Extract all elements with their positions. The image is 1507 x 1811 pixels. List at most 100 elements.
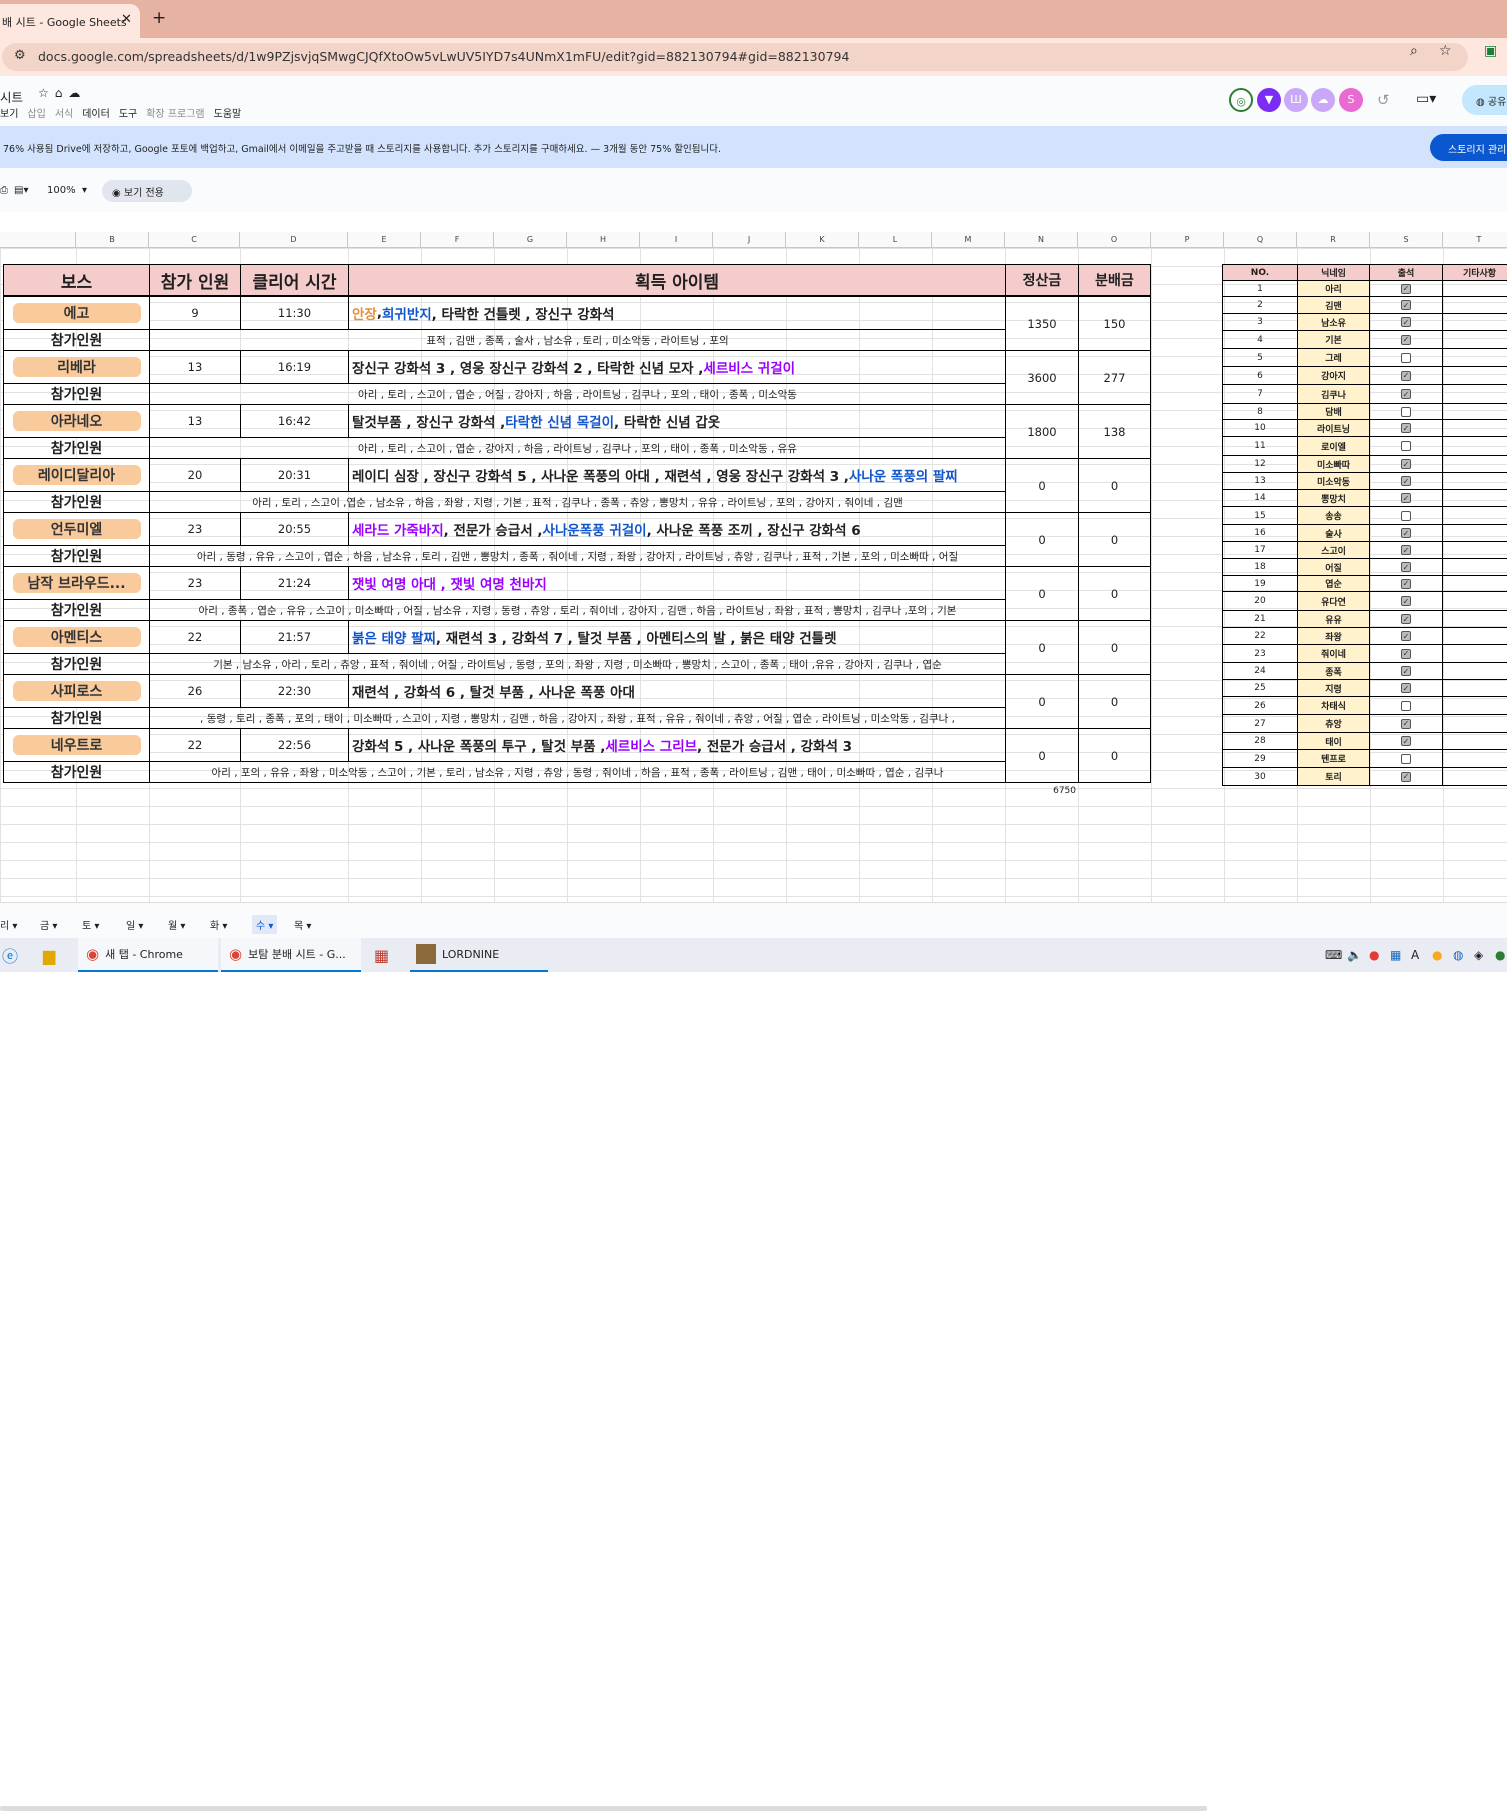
taskbar-chrome-sheets[interactable]: ◉ 보탐 분배 시트 - G... bbox=[221, 938, 361, 972]
acquired-items[interactable]: 재련석 , 강화석 6 , 탈것 부품 , 사나운 폭풍 아대 bbox=[348, 674, 1006, 708]
attendance-checkbox[interactable] bbox=[1401, 700, 1411, 711]
column-header-H[interactable]: H bbox=[567, 232, 640, 248]
member-label-cell[interactable]: 참가인원 bbox=[3, 383, 150, 405]
chevron-down-icon[interactable]: ▾ bbox=[49, 921, 57, 932]
sheet-tab-1[interactable]: 금 ▾ bbox=[40, 917, 57, 932]
settlement-amount[interactable]: 3600 bbox=[1005, 350, 1079, 405]
roster-notes[interactable] bbox=[1442, 472, 1507, 490]
roster-notes[interactable] bbox=[1442, 558, 1507, 576]
roster-notes[interactable] bbox=[1442, 679, 1507, 697]
clear-time[interactable]: 21:24 bbox=[240, 566, 349, 600]
distribution-amount[interactable]: 0 bbox=[1078, 458, 1151, 513]
acquired-items[interactable]: 잿빛 여명 아대 , 잿빛 여명 천바지 bbox=[348, 566, 1006, 600]
roster-header-att[interactable]: 출석 bbox=[1369, 264, 1443, 281]
boss-name-cell[interactable]: 에고 bbox=[3, 296, 150, 330]
zoom-icon[interactable]: ⌕ bbox=[1410, 43, 1418, 59]
column-header-D[interactable]: D bbox=[240, 232, 348, 248]
roster-notes[interactable] bbox=[1442, 506, 1507, 525]
clear-time[interactable]: 11:30 bbox=[240, 296, 349, 330]
attendance-checkbox[interactable]: ✓ bbox=[1401, 666, 1411, 676]
menu-data[interactable]: 데이터 bbox=[82, 105, 110, 120]
clear-time[interactable]: 20:55 bbox=[240, 512, 349, 546]
column-header-E[interactable]: E bbox=[348, 232, 421, 248]
sheet-tab-7[interactable]: 목 ▾ bbox=[294, 917, 311, 932]
roster-notes[interactable] bbox=[1442, 489, 1507, 507]
member-list[interactable]: 아리 , 토리 , 스고이 , 엽순 , 어질 , 강아지 , 하음 , 라이트… bbox=[149, 383, 1006, 405]
tray-app-icon[interactable]: ▦ bbox=[1390, 948, 1401, 962]
chevron-down-icon[interactable]: ▾ bbox=[82, 185, 87, 196]
acquired-items[interactable]: 장신구 강화석 3 , 영웅 장신구 강화석 2 , 타락한 신념 모자 , 세… bbox=[348, 350, 1006, 384]
acquired-items[interactable]: 탈것부품 , 장신구 강화석 , 타락한 신념 목걸이 , 타락한 신념 갑옷 bbox=[348, 404, 1006, 438]
attendance-checkbox[interactable] bbox=[1401, 510, 1411, 521]
roster-nickname[interactable]: 유다연 bbox=[1297, 591, 1370, 611]
boss-name-cell[interactable]: 아라네오 bbox=[3, 404, 150, 438]
roster-no[interactable]: 18 bbox=[1222, 558, 1298, 576]
distribution-amount[interactable]: 0 bbox=[1078, 674, 1151, 729]
roster-nickname[interactable]: 미소악동 bbox=[1297, 472, 1370, 490]
roster-no[interactable]: 5 bbox=[1222, 348, 1298, 367]
roster-no[interactable]: 13 bbox=[1222, 472, 1298, 490]
attendance-checkbox[interactable]: ✓ bbox=[1401, 718, 1411, 729]
header-items[interactable]: 획득 아이템 bbox=[348, 264, 1006, 296]
roster-nickname[interactable]: 뽕망치 bbox=[1297, 489, 1370, 507]
roster-no[interactable]: 2 bbox=[1222, 296, 1298, 314]
header-time[interactable]: 클리어 시간 bbox=[240, 264, 349, 296]
sheet-tab-2[interactable]: 토 ▾ bbox=[82, 917, 99, 932]
column-header-G[interactable]: G bbox=[494, 232, 567, 248]
participant-count[interactable]: 20 bbox=[149, 458, 241, 492]
header-share[interactable]: 분배금 bbox=[1078, 264, 1151, 296]
extension-cloud-icon[interactable]: ☁ bbox=[1311, 88, 1335, 112]
attendance-checkbox[interactable] bbox=[1401, 352, 1411, 363]
settlement-amount[interactable]: 0 bbox=[1005, 512, 1079, 567]
new-tab-icon[interactable]: + bbox=[152, 8, 166, 28]
roster-notes[interactable] bbox=[1442, 749, 1507, 768]
roster-nickname[interactable]: 어질 bbox=[1297, 558, 1370, 576]
roster-no[interactable]: 25 bbox=[1222, 679, 1298, 697]
steam-icon[interactable]: ◍ bbox=[1453, 948, 1463, 962]
shield-icon[interactable]: ◈ bbox=[1474, 948, 1483, 962]
sheet-tab-3[interactable]: 일 ▾ bbox=[126, 917, 143, 932]
attendance-checkbox[interactable]: ✓ bbox=[1401, 459, 1411, 469]
volume-icon[interactable]: 🔈 bbox=[1347, 948, 1362, 962]
menu-insert[interactable]: 삽입 bbox=[27, 105, 45, 120]
participant-count[interactable]: 23 bbox=[149, 566, 241, 600]
sheet-tab-6[interactable]: 수 ▾ bbox=[252, 915, 278, 934]
roster-nickname[interactable]: 아리 bbox=[1297, 280, 1370, 297]
roster-notes[interactable] bbox=[1442, 696, 1507, 715]
roster-no[interactable]: 11 bbox=[1222, 436, 1298, 456]
settlement-amount[interactable]: 1800 bbox=[1005, 404, 1079, 459]
chevron-down-icon[interactable]: ▾ bbox=[219, 921, 227, 932]
meet-icon[interactable]: ▭▾ bbox=[1416, 91, 1436, 107]
distribution-amount[interactable]: 0 bbox=[1078, 728, 1151, 783]
boss-name-cell[interactable]: 남작 브라우드... bbox=[3, 566, 150, 600]
roster-nickname[interactable]: 엽순 bbox=[1297, 575, 1370, 592]
attendance-checkbox[interactable]: ✓ bbox=[1401, 631, 1411, 641]
roster-no[interactable]: 22 bbox=[1222, 627, 1298, 645]
format-icon[interactable]: ▤▾ bbox=[14, 185, 28, 196]
manage-storage-button[interactable]: 스토리지 관리 bbox=[1430, 134, 1507, 161]
address-bar[interactable]: ⚙ docs.google.com/spreadsheets/d/1w9PZjs… bbox=[2, 43, 1468, 71]
attendance-checkbox[interactable]: ✓ bbox=[1401, 771, 1411, 782]
menu-help[interactable]: 도움말 bbox=[214, 105, 242, 120]
clear-time[interactable]: 16:42 bbox=[240, 404, 349, 438]
move-icon[interactable]: ⌂ bbox=[55, 86, 69, 100]
roster-nickname[interactable]: 토리 bbox=[1297, 767, 1370, 786]
attendance-checkbox[interactable]: ✓ bbox=[1401, 596, 1411, 606]
settlement-amount[interactable]: 0 bbox=[1005, 674, 1079, 729]
attendance-checkbox[interactable]: ✓ bbox=[1401, 317, 1411, 327]
acquired-items[interactable]: 붉은 태양 팔찌 , 재련석 3 , 강화석 7 , 탈것 부품 , 아멘티스의… bbox=[348, 620, 1006, 654]
close-icon[interactable]: ✕ bbox=[121, 12, 132, 27]
extension-badge-icon[interactable]: ◎ bbox=[1229, 88, 1253, 112]
roster-notes[interactable] bbox=[1442, 662, 1507, 680]
member-list[interactable]: 아리 , 포의 , 유유 , 좌왕 , 미소악동 , 스고이 , 기본 , 토리… bbox=[149, 761, 1006, 783]
boss-name-cell[interactable]: 언두미엘 bbox=[3, 512, 150, 546]
member-list[interactable]: 아리 , 동령 , 유유 , 스고이 , 엽순 , 하음 , 남소유 , 토리 … bbox=[149, 545, 1006, 567]
member-label-cell[interactable]: 참가인원 bbox=[3, 653, 150, 675]
spreadsheet-grid[interactable]: BCDEFGHIJKLMNOPQRSTU 보스참가 인원클리어 시간획득 아이템… bbox=[0, 212, 1507, 902]
history-icon[interactable]: ↺ bbox=[1377, 91, 1390, 109]
roster-notes[interactable] bbox=[1442, 330, 1507, 349]
roster-no[interactable]: 3 bbox=[1222, 313, 1298, 331]
column-header-K[interactable]: K bbox=[786, 232, 859, 248]
roster-nickname[interactable]: 남소유 bbox=[1297, 313, 1370, 331]
member-label-cell[interactable]: 참가인원 bbox=[3, 761, 150, 783]
